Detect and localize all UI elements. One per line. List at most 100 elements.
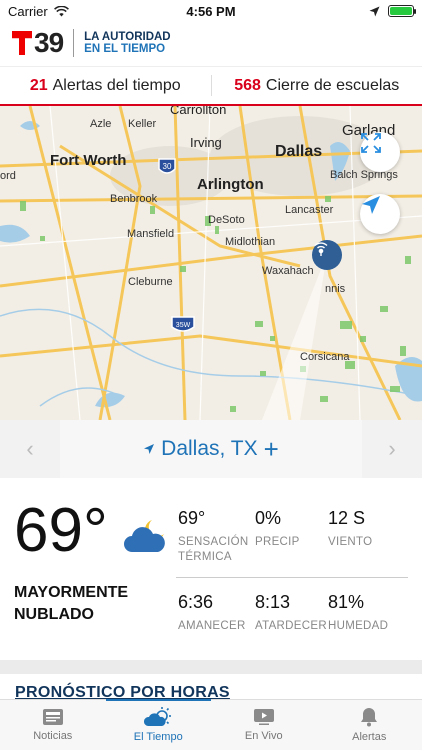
tagline-line2: EN EL TIEMPO: [84, 43, 166, 55]
tab-news[interactable]: Noticias: [0, 700, 106, 750]
tab-live[interactable]: En Vivo: [211, 700, 317, 750]
map-label-arlington: Arlington: [197, 176, 264, 193]
section-separator: [0, 660, 422, 674]
school-closings-button[interactable]: 568 Cierre de escuelas: [212, 67, 422, 104]
weather-icon: [144, 707, 172, 726]
sunset-value: 8:13: [255, 592, 291, 612]
map-label-benbrook: Benbrook: [110, 193, 158, 205]
clock: 4:56 PM: [186, 3, 236, 19]
next-location-button[interactable]: ›: [362, 420, 422, 478]
tab-weather-label: El Tiempo: [133, 731, 183, 743]
chevron-left-icon: ‹: [26, 436, 34, 461]
current-location[interactable]: Dallas, TX +: [60, 420, 362, 478]
tab-news-label: Noticias: [33, 730, 73, 742]
weather-alerts-label: Alertas del tiempo: [52, 76, 181, 94]
map-label-waxahachie: Waxahach: [262, 265, 314, 277]
wind-stat: 12 S VIENTO: [328, 508, 372, 550]
map-label-ennis: nnis: [325, 283, 346, 295]
live-icon: [253, 709, 274, 725]
news-icon: [42, 709, 63, 725]
wifi-icon: [53, 5, 69, 16]
navigation-arrow-icon: [362, 196, 380, 214]
radar-map[interactable]: Carrollton Azle Keller Garland Irving Da…: [0, 106, 422, 420]
tab-weather[interactable]: El Tiempo: [105, 699, 212, 750]
map-label-desoto: DeSoto: [208, 214, 245, 226]
fullscreen-button[interactable]: [360, 132, 400, 172]
feels-like-label-line2: TÉRMICA: [178, 551, 232, 563]
condition-line1: MAYORMENTE: [14, 584, 129, 601]
condition-text: MAYORMENTE NUBLADO: [14, 582, 164, 626]
sunrise-label: AMANECER: [178, 620, 246, 632]
sunset-stat: 8:13 ATARDECER: [255, 592, 327, 634]
condition-line2: NUBLADO: [14, 606, 94, 623]
precip-label: PRECIP: [255, 536, 300, 548]
humidity-label: HUMEDAD: [328, 620, 389, 632]
wind-value: 12 S: [328, 508, 366, 528]
current-temperature: 69°: [14, 496, 108, 565]
carrier-label: Carrier: [8, 3, 48, 19]
tab-alerts-label: Alertas: [352, 731, 387, 743]
wind-label: VIENTO: [328, 536, 373, 548]
map-label-midlothian: Midlothian: [225, 236, 276, 248]
battery-icon: [388, 5, 416, 17]
weather-alerts-count: 21: [29, 76, 48, 94]
chevron-right-icon: ›: [388, 436, 396, 461]
partly-cloudy-night-icon: [124, 520, 165, 552]
map-label-cleburne: Cleburne: [128, 276, 173, 288]
tab-live-label: En Vivo: [244, 730, 283, 742]
current-conditions: 69° MAYORMENTE NUBLADO 69° SENSACIÓN TÉR…: [0, 478, 422, 660]
alerts-bar: 21 Alertas del tiempo 568 Cierre de escu…: [0, 66, 422, 106]
locate-me-button[interactable]: [360, 194, 400, 234]
humidity-stat: 81% HUMEDAD: [328, 592, 388, 634]
location-arrow-icon: [369, 6, 380, 16]
sunrise-value: 6:36: [178, 592, 214, 612]
map-label-mansfield: Mansfield: [127, 228, 175, 240]
map-label-fort-worth: Fort Worth: [50, 152, 127, 169]
map-label-balch-springs: Balch Springs: [330, 169, 398, 181]
interstate-35w-shield-icon: 35W: [171, 316, 195, 332]
add-location-button[interactable]: +: [264, 436, 279, 462]
stats-divider: [176, 577, 408, 578]
brand-header: 39 LA AUTORIDAD EN EL TIEMPO: [0, 22, 422, 64]
brand-divider: [73, 29, 75, 57]
interstate-30-shield-icon: 30: [158, 158, 176, 174]
expand-icon: [361, 133, 381, 153]
radar-broadcast-icon: [314, 242, 328, 256]
telemundo-logo: 39: [12, 27, 64, 58]
school-closings-count: 568: [234, 76, 261, 94]
bell-icon: [361, 708, 378, 727]
tab-bar: Noticias El Tiempo En Vivo Alertas: [0, 699, 422, 750]
tab-alerts[interactable]: Alertas: [317, 700, 422, 750]
sunset-label: ATARDECER: [255, 620, 327, 632]
precip-value: 0%: [255, 508, 282, 528]
svg-text:30: 30: [163, 162, 172, 171]
prev-location-button[interactable]: ‹: [0, 420, 60, 478]
map-label-lancaster: Lancaster: [285, 204, 334, 216]
status-bar: Carrier 4:56 PM: [0, 0, 422, 22]
feels-like-value: 69°: [178, 508, 206, 528]
map-label-irving: Irving: [190, 135, 222, 150]
tagline-line1: LA AUTORIDAD: [84, 30, 171, 43]
map-label-keller: Keller: [128, 118, 157, 130]
precip-stat: 0% PRECIP: [255, 508, 300, 550]
location-arrow-icon: [144, 444, 155, 454]
map-label-azle: Azle: [90, 118, 112, 130]
map-label-carrollton: Carrollton: [170, 106, 227, 117]
brand-tagline: LA AUTORIDAD EN EL TIEMPO: [84, 31, 170, 55]
feels-like-label: SENSACIÓN TÉRMICA: [178, 535, 248, 565]
weather-alerts-button[interactable]: 21 Alertas del tiempo: [0, 67, 211, 104]
radar-station-marker[interactable]: [312, 240, 342, 270]
humidity-value: 81%: [328, 592, 365, 612]
map-label-dallas: Dallas: [275, 143, 323, 160]
feels-like-label-line1: SENSACIÓN: [178, 536, 249, 548]
sunrise-stat: 6:36 AMANECER: [178, 592, 246, 634]
map-label-edge: ord: [0, 170, 16, 182]
svg-text:35W: 35W: [176, 322, 191, 329]
location-name: Dallas, TX: [161, 437, 258, 460]
feels-like-stat: 69° SENSACIÓN TÉRMICA: [178, 508, 248, 565]
telemundo-t-icon: [12, 31, 32, 55]
map-label-corsicana: Corsicana: [300, 351, 350, 363]
location-selector: ‹ Dallas, TX + ›: [0, 420, 422, 478]
school-closings-label: Cierre de escuelas: [265, 76, 400, 94]
channel-number: 39: [34, 27, 64, 58]
